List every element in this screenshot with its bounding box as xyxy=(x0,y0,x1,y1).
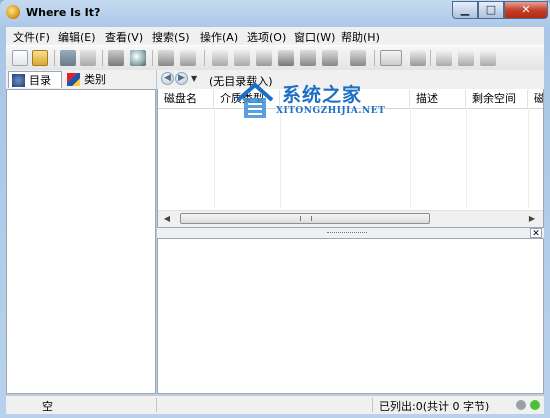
save-icon[interactable] xyxy=(60,50,76,66)
column-disk-name[interactable]: 磁盘名 xyxy=(158,90,214,108)
pane-splitter[interactable]: ✕ xyxy=(157,228,544,239)
menu-view[interactable]: 查看(V) xyxy=(105,29,143,45)
toolbar-separator xyxy=(54,50,55,66)
catalog-icon[interactable] xyxy=(158,50,174,66)
edit-icon[interactable] xyxy=(212,50,228,66)
status-led-green-icon xyxy=(530,400,540,410)
column-line xyxy=(466,108,467,208)
scan-disk-icon[interactable] xyxy=(108,50,124,66)
column-disk[interactable]: 磁盘 xyxy=(528,90,543,108)
minimize-button[interactable]: ▁ xyxy=(452,1,478,19)
left-tabs: 目录 类别 xyxy=(6,70,156,90)
forward-icon[interactable]: ▶ xyxy=(175,72,188,85)
catalog-tree-panel[interactable] xyxy=(6,70,156,394)
menu-edit[interactable]: 编辑(E) xyxy=(58,29,96,45)
sort-az-icon[interactable] xyxy=(436,50,452,66)
report-icon[interactable] xyxy=(410,50,426,66)
open-folder-icon[interactable] xyxy=(32,50,48,66)
copy-icon[interactable] xyxy=(256,50,272,66)
menu-window[interactable]: 窗口(W) xyxy=(294,29,335,45)
toolbar-separator xyxy=(152,50,153,66)
toolbar xyxy=(6,45,544,71)
tab-category-label: 类别 xyxy=(84,73,106,86)
status-right-text: 已列出:0(共计 0 字节) xyxy=(379,400,490,413)
menu-help[interactable]: 帮助(H) xyxy=(341,29,380,45)
watermark-subtext: XITONGZHIJIA.NET xyxy=(276,106,386,116)
new-file-icon[interactable] xyxy=(12,50,28,66)
heart-icon[interactable] xyxy=(350,50,366,66)
status-bar: 空 已列出:0(共计 0 字节) xyxy=(6,395,544,414)
column-line xyxy=(528,108,529,208)
menu-file[interactable]: 文件(F) xyxy=(13,29,50,45)
toolbar-separator xyxy=(430,50,431,66)
catalog-icon xyxy=(12,74,25,87)
maximize-button[interactable]: □ xyxy=(478,1,504,19)
label-icon[interactable] xyxy=(322,50,338,66)
scroll-right-icon[interactable]: ▶ xyxy=(525,212,539,226)
search-icon[interactable] xyxy=(130,50,146,66)
horizontal-scrollbar[interactable]: ◀ ▶ xyxy=(158,210,543,227)
status-led-gray-icon xyxy=(516,400,526,410)
view-mode-icon[interactable] xyxy=(380,50,402,66)
close-button[interactable]: ✕ xyxy=(504,1,548,19)
menu-search[interactable]: 搜索(S) xyxy=(152,29,190,45)
watermark: 系统之家 XITONGZHIJIA.NET xyxy=(236,82,436,130)
menu-options[interactable]: 选项(O) xyxy=(247,29,286,45)
splitter-grip xyxy=(327,232,367,235)
status-divider xyxy=(156,398,157,412)
back-icon[interactable]: ◀ xyxy=(161,72,174,85)
scroll-thumb[interactable] xyxy=(180,213,430,224)
tab-category[interactable]: 类别 xyxy=(64,71,116,88)
toolbar-separator xyxy=(204,50,205,66)
column-line xyxy=(214,108,215,208)
house-logo-icon xyxy=(236,82,274,118)
tab-catalog[interactable]: 目录 xyxy=(8,71,62,88)
nav-dropdown-icon[interactable]: ▼ xyxy=(191,74,197,83)
menu-bar: 文件(F) 编辑(E) 查看(V) 搜索(S) 操作(A) 选项(O) 窗口(W… xyxy=(6,27,544,45)
toolbar-separator xyxy=(374,50,375,66)
scroll-grip xyxy=(300,216,312,221)
status-left-text: 空 xyxy=(42,400,53,413)
column-free-space[interactable]: 剩余空间 xyxy=(466,90,528,108)
move-icon[interactable] xyxy=(278,50,294,66)
title-bar[interactable]: Where Is It? ▁ □ ✕ xyxy=(0,0,550,26)
print-icon[interactable] xyxy=(80,50,96,66)
file-list-panel[interactable] xyxy=(157,238,544,394)
brush-icon[interactable] xyxy=(300,50,316,66)
app-window: Where Is It? ▁ □ ✕ 文件(F) 编辑(E) 查看(V) 搜索(… xyxy=(0,0,550,418)
app-icon xyxy=(6,5,20,19)
watermark-text: 系统之家 xyxy=(282,84,363,106)
status-divider xyxy=(372,398,373,412)
window-title: Where Is It? xyxy=(26,6,101,19)
category-icon xyxy=(67,73,80,86)
properties-icon[interactable] xyxy=(234,50,250,66)
toolbar-separator xyxy=(102,50,103,66)
menu-actions[interactable]: 操作(A) xyxy=(200,29,238,45)
tab-catalog-label: 目录 xyxy=(29,74,51,87)
scroll-left-icon[interactable]: ◀ xyxy=(160,212,174,226)
sort-icon[interactable] xyxy=(480,50,496,66)
sort-down-icon[interactable] xyxy=(458,50,474,66)
close-pane-icon[interactable]: ✕ xyxy=(530,228,542,239)
disk-icon[interactable] xyxy=(180,50,196,66)
